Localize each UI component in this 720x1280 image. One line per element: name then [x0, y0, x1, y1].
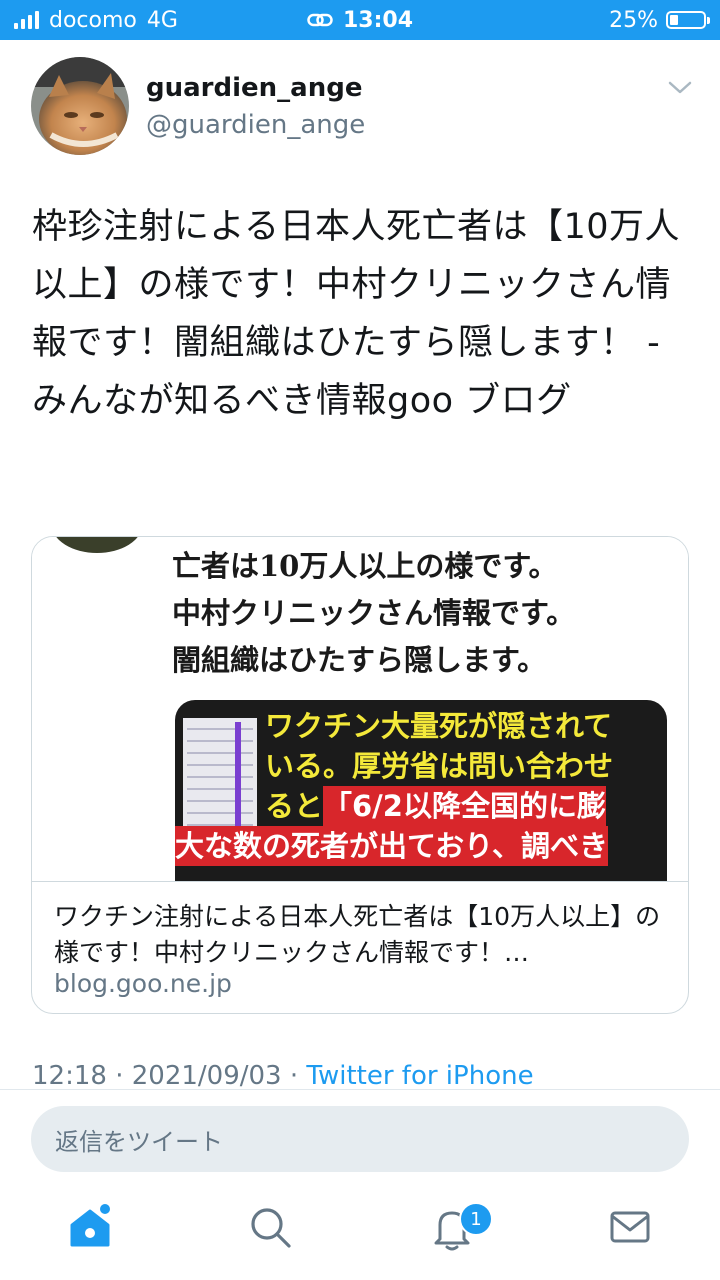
- card-image-text: ると: [265, 789, 324, 823]
- card-image-text: いる。厚労省は問い合わせ: [265, 749, 614, 783]
- display-name[interactable]: guardien_ange: [146, 73, 362, 103]
- tweet-text: 枠珍注射による日本人死亡者は【10万人以上】の様です！中村クリニックさん情報です…: [32, 207, 680, 421]
- meta-separator: ·: [115, 1061, 124, 1091]
- tweet-meta: 12:18 · 2021/09/03 · Twitter for iPhone: [32, 1061, 534, 1091]
- mail-icon: [610, 1211, 650, 1243]
- card-image-headline-line: 中村クリニックさん情報です。: [172, 596, 576, 630]
- chevron-down-icon[interactable]: [666, 76, 694, 100]
- new-tweets-indicator: [100, 1204, 110, 1214]
- card-image-text-highlight: 「6/2以降全国的に膨: [323, 786, 606, 826]
- meta-separator: ·: [289, 1061, 299, 1091]
- cat-avatar-image: [31, 57, 129, 155]
- card-image-headline: 亡者は10万人以上の様です。 中村クリニックさん情報です。 闇組織はひたすら隠し…: [172, 543, 575, 684]
- card-image-text: ワクチン大量死が隠されて: [265, 709, 613, 743]
- tab-messages[interactable]: [606, 1203, 654, 1251]
- battery-icon: [666, 11, 710, 29]
- card-image-headline-line: 亡者は10万人以上の様です。: [172, 549, 558, 583]
- reply-placeholder: 返信をツイート: [55, 1127, 223, 1156]
- tab-search[interactable]: [246, 1203, 294, 1251]
- card-image-headline-line: 闇組織はひたすら隠します。: [172, 643, 547, 677]
- battery-level: [670, 15, 678, 25]
- clock: 13:04: [342, 7, 414, 33]
- card-image: 亡者は10万人以上の様です。 中村クリニックさん情報です。 闇組織はひたすら隠し…: [32, 537, 688, 882]
- link-card[interactable]: 亡者は10万人以上の様です。 中村クリニックさん情報です。 闇組織はひたすら隠し…: [31, 536, 689, 1014]
- status-right: 25%: [609, 6, 710, 34]
- notifications-badge: 1: [459, 1202, 493, 1236]
- card-image-avatar: [52, 537, 142, 553]
- tweet-source-link[interactable]: Twitter for iPhone: [306, 1061, 533, 1091]
- search-icon: [251, 1208, 291, 1248]
- status-bar: docomo 4G 13:04 25%: [0, 0, 720, 40]
- tab-bar: [0, 1189, 720, 1280]
- card-image-inner-screenshot: ワクチン大量死が隠されて いる。厚労省は問い合わせ ると 「6/2以降全国的に膨…: [175, 700, 667, 881]
- card-title: ワクチン注射による日本人死亡者は【10万人以上】の様です！中村クリニックさん情報…: [54, 902, 661, 967]
- link-icon: [307, 13, 333, 27]
- avatar[interactable]: [31, 57, 129, 155]
- user-handle[interactable]: @guardien_ange: [146, 110, 365, 140]
- card-domain: blog.goo.ne.jp: [54, 969, 232, 998]
- tweet-time: 12:18: [32, 1061, 107, 1091]
- card-image-thumbnail: [183, 718, 257, 838]
- card-image-text-highlight: 大な数の死者が出ており、調べき: [175, 826, 608, 866]
- reply-bar: 返信をツイート: [0, 1089, 720, 1190]
- tweet-date: 2021/09/03: [131, 1061, 282, 1091]
- battery-percent: 25%: [609, 7, 658, 33]
- reply-input[interactable]: 返信をツイート: [31, 1106, 689, 1172]
